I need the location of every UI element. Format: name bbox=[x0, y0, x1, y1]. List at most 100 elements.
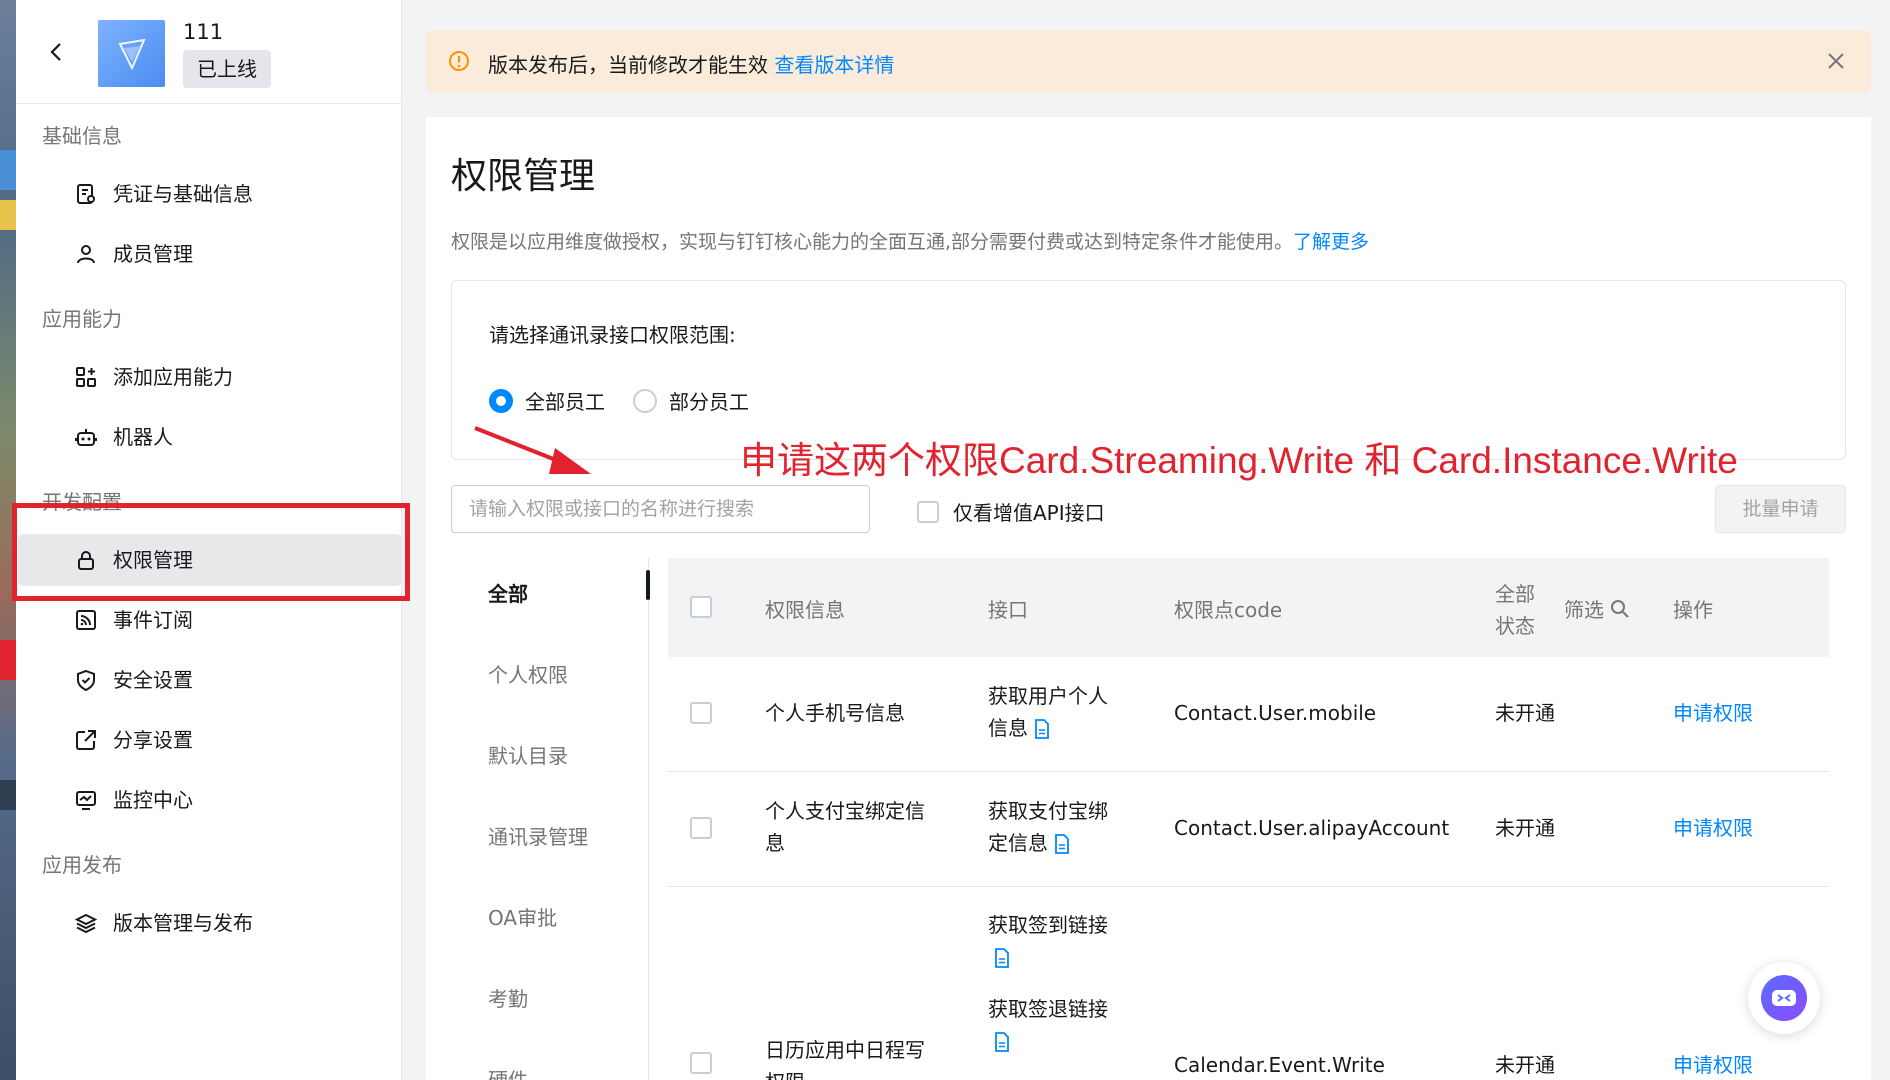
batch-apply-button[interactable]: 批量申请 bbox=[1715, 485, 1846, 533]
radio-dot bbox=[489, 388, 513, 413]
sidebar-item-robot[interactable]: 机器人 bbox=[18, 411, 402, 463]
permissions-table: 权限信息 接口 权限点code 全部 状态 筛选 操作 个人手机号信息 获取用户… bbox=[668, 558, 1829, 1080]
permission-status: 未开通 bbox=[1495, 701, 1555, 725]
content-panel: 权限管理 权限是以应用维度做授权，实现与钉钉核心能力的全面互通,部分需要付费或达… bbox=[426, 117, 1871, 1080]
sidebar-item-label: 安全设置 bbox=[113, 668, 193, 692]
notice-message: 版本发布后，当前修改才能生效 bbox=[488, 53, 768, 77]
sidebar-item-label: 机器人 bbox=[113, 425, 173, 449]
lock-icon bbox=[74, 548, 98, 572]
select-all-checkbox[interactable] bbox=[690, 596, 712, 618]
category-hardware[interactable]: 硬件 bbox=[488, 1064, 528, 1080]
notice-text: 版本发布后，当前修改才能生效 查看版本详情 bbox=[488, 49, 894, 78]
header-status-line1[interactable]: 全部 bbox=[1495, 578, 1535, 607]
info-icon bbox=[448, 50, 470, 76]
chevron-left-icon bbox=[50, 43, 61, 61]
header-code: 权限点code bbox=[1174, 598, 1283, 622]
document-icon[interactable] bbox=[994, 948, 1010, 968]
nav-group-basic-info: 基础信息 bbox=[42, 124, 122, 148]
permission-code: Contact.User.alipayAccount bbox=[1174, 816, 1450, 840]
permission-code: Contact.User.mobile bbox=[1174, 701, 1377, 725]
value-added-api-label: 仅看增值API接口 bbox=[953, 501, 1105, 525]
sidebar-item-share[interactable]: 分享设置 bbox=[18, 714, 402, 766]
status-filter-button[interactable]: 筛选 bbox=[1564, 594, 1630, 623]
app-logo bbox=[98, 20, 165, 87]
sidebar-item-members[interactable]: 成员管理 bbox=[18, 228, 402, 280]
api-doc-line bbox=[988, 1025, 1010, 1057]
scope-title: 请选择通讯录接口权限范围: bbox=[489, 323, 736, 347]
sidebar-item-add-capability[interactable]: 添加应用能力 bbox=[18, 351, 402, 403]
annotation-arrow bbox=[474, 426, 591, 474]
apply-permission-link[interactable]: 申请权限 bbox=[1673, 697, 1753, 729]
desktop-background-strip bbox=[0, 0, 16, 1080]
radio-label: 部分员工 bbox=[669, 390, 749, 414]
api-name-line2: 定信息 bbox=[988, 827, 1070, 859]
document-icon[interactable] bbox=[994, 1032, 1010, 1052]
category-oa-approval[interactable]: OA审批 bbox=[488, 902, 557, 931]
sidebar-item-version-release[interactable]: 版本管理与发布 bbox=[18, 897, 402, 949]
page-title: 权限管理 bbox=[451, 156, 596, 197]
api-name-line1: 获取签退链接 bbox=[988, 997, 1108, 1021]
sidebar-item-security[interactable]: 安全设置 bbox=[18, 654, 402, 706]
user-icon bbox=[74, 242, 98, 266]
category-personal[interactable]: 个人权限 bbox=[488, 659, 568, 688]
page-description-text: 权限是以应用维度做授权，实现与钉钉核心能力的全面互通,部分需要付费或达到特定条件… bbox=[451, 231, 1294, 253]
sidebar-item-label: 分享设置 bbox=[113, 728, 193, 752]
sidebar-item-label: 添加应用能力 bbox=[113, 365, 233, 389]
permission-code: Calendar.Event.Write bbox=[1174, 1053, 1385, 1077]
radio-dot bbox=[633, 388, 657, 413]
sidebar-item-event-subscription[interactable]: 事件订阅 bbox=[18, 594, 402, 646]
learn-more-link[interactable]: 了解更多 bbox=[1293, 231, 1369, 253]
api-name-line1: 获取支付宝绑 bbox=[988, 799, 1108, 823]
document-icon[interactable] bbox=[1034, 719, 1050, 739]
nav-group-dev-config: 开发配置 bbox=[42, 490, 122, 514]
table-row: 日历应用中日程写 权限 获取签到链接 获取签退链接 Calendar.Event… bbox=[668, 887, 1829, 1080]
app-logo-icon bbox=[118, 38, 146, 70]
page-description: 权限是以应用维度做授权，实现与钉钉核心能力的全面互通,部分需要付费或达到特定条件… bbox=[451, 227, 1369, 254]
permission-name-line1: 个人支付宝绑定信 bbox=[765, 799, 925, 823]
category-all[interactable]: 全部 bbox=[488, 578, 528, 607]
permission-name-line2: 权限 bbox=[765, 1066, 805, 1080]
table-header: 权限信息 接口 权限点code 全部 状态 筛选 操作 bbox=[668, 558, 1829, 657]
row-checkbox[interactable] bbox=[690, 817, 712, 839]
radio-label: 全部员工 bbox=[525, 390, 605, 414]
document-icon[interactable] bbox=[1054, 834, 1070, 854]
checkbox-box bbox=[917, 500, 939, 523]
floating-assistant-button[interactable] bbox=[1748, 962, 1820, 1034]
header-permission-info: 权限信息 bbox=[765, 598, 845, 622]
sidebar-item-label: 版本管理与发布 bbox=[113, 911, 253, 935]
table-row: 个人手机号信息 获取用户个人 信息 Contact.User.mobile 未开… bbox=[668, 657, 1829, 772]
sidebar-item-label: 权限管理 bbox=[113, 548, 193, 572]
category-attendance[interactable]: 考勤 bbox=[488, 983, 528, 1012]
apply-permission-link[interactable]: 申请权限 bbox=[1673, 1049, 1753, 1080]
api-name-text: 信息 bbox=[988, 716, 1028, 740]
table-row: 个人支付宝绑定信 息 获取支付宝绑 定信息 Contact.User.alipa… bbox=[668, 772, 1829, 887]
row-checkbox[interactable] bbox=[690, 702, 712, 724]
sidebar-item-credentials[interactable]: 凭证与基础信息 bbox=[18, 168, 402, 220]
annotation-text: 申请这两个权限Card.Streaming.Write 和 Card.Insta… bbox=[740, 440, 1738, 481]
app-status-badge: 已上线 bbox=[183, 50, 271, 88]
api-doc-line bbox=[988, 941, 1010, 973]
header-status-line2: 状态 bbox=[1495, 614, 1535, 638]
permission-search-input[interactable] bbox=[451, 485, 870, 533]
view-version-details-link[interactable]: 查看版本详情 bbox=[774, 53, 894, 77]
category-contacts[interactable]: 通讯录管理 bbox=[488, 821, 588, 850]
app-name: 111 bbox=[183, 20, 224, 44]
notice-close-button[interactable] bbox=[1823, 48, 1849, 74]
assistant-icon bbox=[1761, 975, 1807, 1021]
nav-group-release: 应用发布 bbox=[42, 853, 122, 877]
category-default-directory[interactable]: 默认目录 bbox=[488, 740, 568, 769]
header-action: 操作 bbox=[1673, 598, 1713, 622]
credential-icon bbox=[74, 182, 98, 206]
apply-permission-link[interactable]: 申请权限 bbox=[1673, 812, 1753, 844]
filter-label: 筛选 bbox=[1564, 598, 1604, 622]
sidebar-item-label: 凭证与基础信息 bbox=[113, 182, 253, 206]
nav-group-capabilities: 应用能力 bbox=[42, 307, 122, 331]
sidebar-item-monitor[interactable]: 监控中心 bbox=[18, 774, 402, 826]
radio-some-employees[interactable]: 部分员工 bbox=[633, 386, 749, 415]
back-button[interactable] bbox=[42, 38, 70, 66]
row-checkbox[interactable] bbox=[690, 1052, 712, 1074]
monitor-icon bbox=[74, 788, 98, 812]
sidebar-item-permissions[interactable]: 权限管理 bbox=[18, 534, 402, 586]
value-added-api-checkbox[interactable]: 仅看增值API接口 bbox=[917, 497, 1105, 526]
radio-all-employees[interactable]: 全部员工 bbox=[489, 386, 605, 415]
